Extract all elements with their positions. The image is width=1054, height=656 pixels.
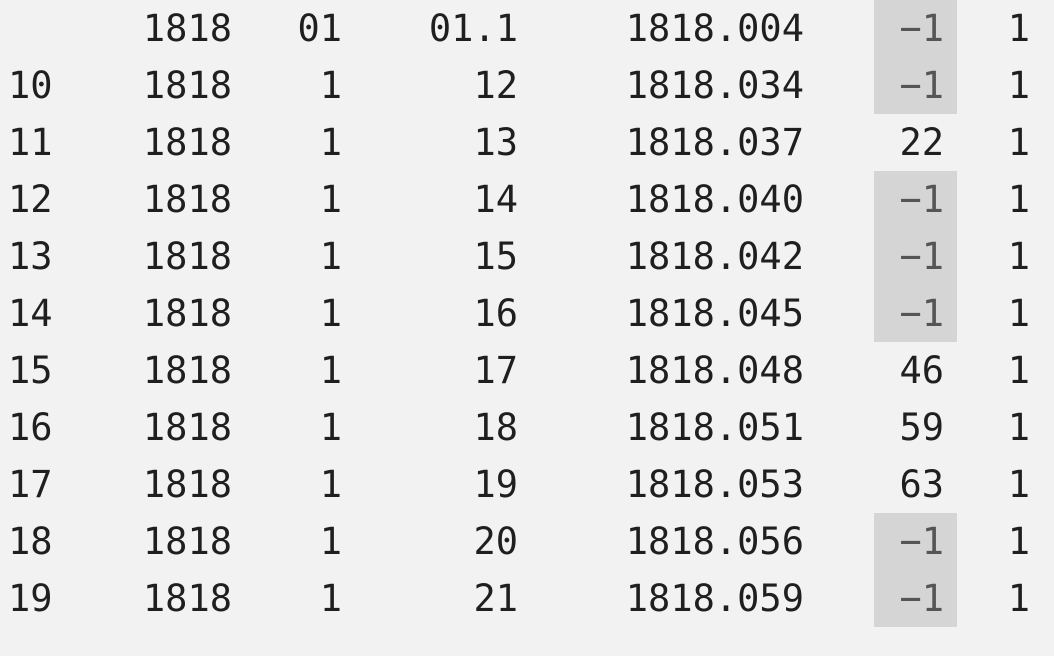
table-row: 16 1818 1 18 1818.051 59 1 <box>0 399 1054 456</box>
row-index-cell: 11 <box>8 121 53 164</box>
day-cell: 01.1 <box>428 7 518 50</box>
row-index-cell: 16 <box>8 406 53 449</box>
year-cell: 1818 <box>142 292 232 335</box>
row-index-cell <box>8 0 98 57</box>
decimal-date-cell: 1818.051 <box>625 406 804 449</box>
row-index-cell: 18 <box>8 520 53 563</box>
month-cell: 1 <box>319 349 342 392</box>
month-cell: 1 <box>319 292 342 335</box>
decimal-date-cell: 1818.040 <box>625 178 804 221</box>
row-index-cell: 13 <box>8 235 53 278</box>
year-cell: 1818 <box>142 64 232 107</box>
row-index-cell: 17 <box>8 463 53 506</box>
data-table: 1818 01 01.1 1818.004 −1 1 10 1818 1 12 … <box>0 0 1054 656</box>
value-cell: −1 <box>874 57 957 114</box>
flag-cell: 1 <box>1007 121 1030 164</box>
row-index-cell: 12 <box>8 178 53 221</box>
flag-cell: 1 <box>1007 577 1030 620</box>
decimal-date-cell: 1818.004 <box>625 7 804 50</box>
year-cell: 1818 <box>142 349 232 392</box>
day-cell: 19 <box>473 463 518 506</box>
decimal-date-cell: 1818.034 <box>625 64 804 107</box>
day-cell: 21 <box>473 577 518 620</box>
decimal-date-cell: 1818.059 <box>625 577 804 620</box>
row-index-cell: 10 <box>8 64 53 107</box>
value-cell: 59 <box>899 406 944 449</box>
flag-cell: 1 <box>1007 178 1030 221</box>
month-cell: 1 <box>319 64 342 107</box>
year-cell: 1818 <box>142 406 232 449</box>
flag-cell: 1 <box>1007 520 1030 563</box>
value-cell: −1 <box>874 228 957 285</box>
month-cell: 1 <box>319 463 342 506</box>
month-cell: 1 <box>319 178 342 221</box>
value-cell: −1 <box>874 570 957 627</box>
day-cell: 14 <box>473 178 518 221</box>
flag-cell: 1 <box>1007 406 1030 449</box>
value-cell: 46 <box>899 349 944 392</box>
month-cell: 1 <box>319 235 342 278</box>
flag-cell: 1 <box>1007 64 1030 107</box>
decimal-date-cell: 1818.048 <box>625 349 804 392</box>
year-cell: 1818 <box>142 235 232 278</box>
day-cell: 17 <box>473 349 518 392</box>
year-cell: 1818 <box>142 463 232 506</box>
row-index-cell: 14 <box>8 292 53 335</box>
value-cell: −1 <box>874 171 957 228</box>
decimal-date-cell: 1818.045 <box>625 292 804 335</box>
decimal-date-cell: 1818.042 <box>625 235 804 278</box>
table-row: 13 1818 1 15 1818.042 −1 1 <box>0 228 1054 285</box>
day-cell: 20 <box>473 520 518 563</box>
flag-cell: 1 <box>1007 235 1030 278</box>
flag-cell: 1 <box>1007 463 1030 506</box>
month-cell: 1 <box>319 406 342 449</box>
table-row: 1818 01 01.1 1818.004 −1 1 <box>0 0 1054 57</box>
flag-cell: 1 <box>1007 349 1030 392</box>
month-cell: 01 <box>297 7 342 50</box>
year-cell: 1818 <box>142 121 232 164</box>
value-cell: −1 <box>874 513 957 570</box>
decimal-date-cell: 1818.053 <box>625 463 804 506</box>
row-index-cell: 15 <box>8 349 53 392</box>
value-cell: −1 <box>874 285 957 342</box>
value-cell: −1 <box>874 0 957 57</box>
decimal-date-cell: 1818.056 <box>625 520 804 563</box>
month-cell: 1 <box>319 577 342 620</box>
flag-cell: 1 <box>1007 7 1030 50</box>
day-cell: 15 <box>473 235 518 278</box>
table-row: 12 1818 1 14 1818.040 −1 1 <box>0 171 1054 228</box>
day-cell: 18 <box>473 406 518 449</box>
table-row: 17 1818 1 19 1818.053 63 1 <box>0 456 1054 513</box>
year-cell: 1818 <box>142 178 232 221</box>
table-row: 11 1818 1 13 1818.037 22 1 <box>0 114 1054 171</box>
day-cell: 16 <box>473 292 518 335</box>
flag-cell: 1 <box>1007 292 1030 335</box>
year-cell: 1818 <box>142 520 232 563</box>
year-cell: 1818 <box>142 577 232 620</box>
month-cell: 1 <box>319 121 342 164</box>
month-cell: 1 <box>319 520 342 563</box>
table-row: 19 1818 1 21 1818.059 −1 1 <box>0 570 1054 627</box>
year-cell: 1818 <box>142 7 232 50</box>
day-cell: 12 <box>473 64 518 107</box>
table-row: 15 1818 1 17 1818.048 46 1 <box>0 342 1054 399</box>
table-row: 18 1818 1 20 1818.056 −1 1 <box>0 513 1054 570</box>
table-row: 14 1818 1 16 1818.045 −1 1 <box>0 285 1054 342</box>
day-cell: 13 <box>473 121 518 164</box>
row-index-cell: 19 <box>8 577 53 620</box>
value-cell: 63 <box>899 463 944 506</box>
table-row: 10 1818 1 12 1818.034 −1 1 <box>0 57 1054 114</box>
decimal-date-cell: 1818.037 <box>625 121 804 164</box>
value-cell: 22 <box>899 121 944 164</box>
